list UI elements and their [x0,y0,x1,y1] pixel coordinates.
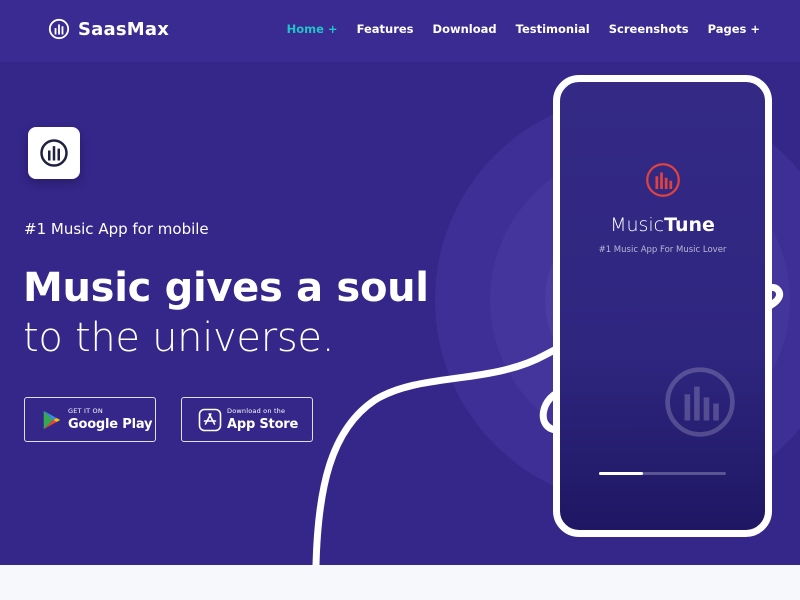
app-store-big: App Store [227,416,299,432]
brand-name: SaasMax [78,18,170,40]
next-section-strip [0,565,800,600]
phone-app-name-bold: Tune [664,214,715,236]
app-icon-tile [28,127,80,179]
google-play-small: GET IT ON [68,407,103,416]
nav-item-features[interactable]: Features [357,22,414,36]
phone-app-name: MusicTune [560,214,765,236]
equalizer-circle-icon [48,18,70,40]
phone-tagline: #1 Music App For Music Lover [598,245,727,255]
google-play-button[interactable]: GET IT ON Google Play [24,397,156,442]
nav-item-pages[interactable]: Pages + [708,22,760,36]
nav-item-home[interactable]: Home + [287,22,338,36]
google-play-big: Google Play [68,416,153,432]
equalizer-circle-icon [645,163,680,197]
nav-item-testimonial[interactable]: Testimonial [516,22,590,36]
phone-app-name-light: Music [610,214,665,236]
google-play-text: GET IT ON Google Play [68,408,152,431]
phone-mockup: MusicTune #1 Music App For Music Lover [553,75,772,537]
google-play-icon [43,410,61,429]
hero-headline: Music gives a soul [23,265,429,311]
hero-subheadline: to the universe. [23,315,335,361]
phone-progress-track [599,472,726,475]
equalizer-circle-icon [40,139,68,167]
app-store-button[interactable]: Download on the App Store [181,397,313,442]
main-nav: Home + Features Download Testimonial Scr… [287,22,760,36]
brand-logo-link[interactable]: SaasMax [48,18,169,40]
nav-item-download[interactable]: Download [433,22,497,36]
phone-progress-fill [599,472,644,475]
app-store-text: Download on the App Store [227,408,298,431]
hero-tagline: #1 Music App for mobile [24,220,209,238]
top-navbar: SaasMax Home + Features Download Testimo… [0,0,800,62]
app-store-icon [198,408,222,431]
equalizer-circle-icon [665,367,735,437]
app-store-small: Download on the [227,407,286,416]
nav-item-screenshots[interactable]: Screenshots [609,22,689,36]
